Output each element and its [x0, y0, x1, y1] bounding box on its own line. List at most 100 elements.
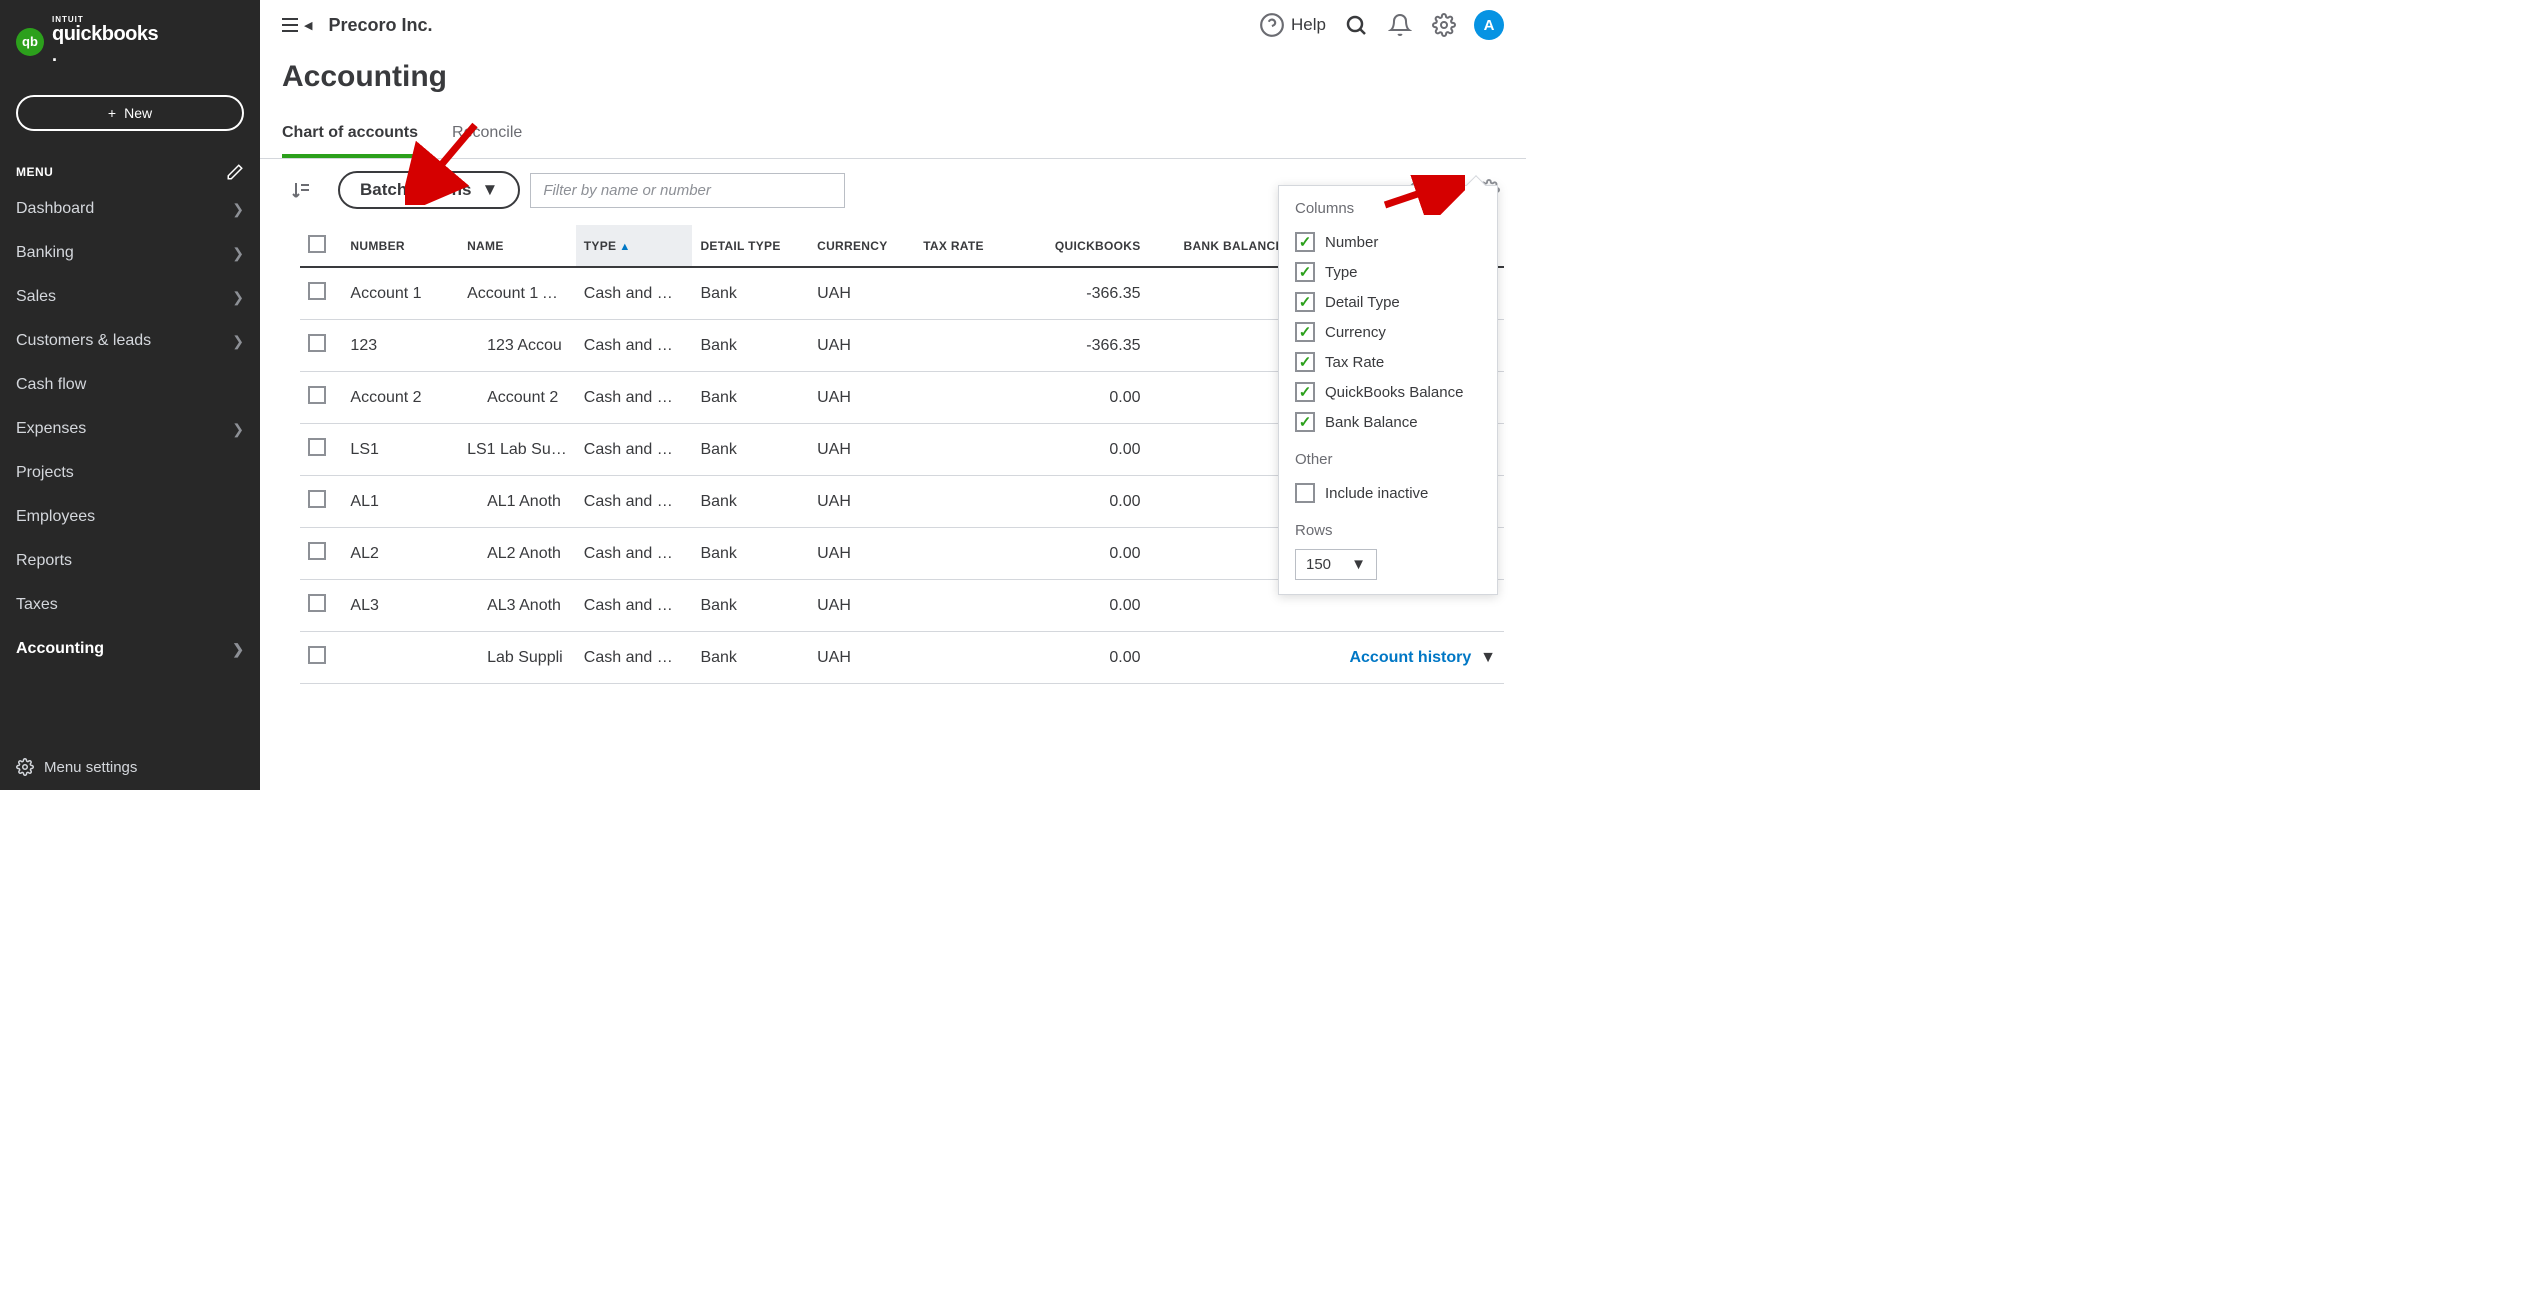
- sidebar-item-reports[interactable]: Reports: [0, 539, 260, 583]
- action-cell[interactable]: Account history ▼: [1292, 632, 1504, 684]
- select-all-checkbox[interactable]: [308, 235, 326, 253]
- sidebar-item-taxes[interactable]: Taxes: [0, 583, 260, 627]
- menu-settings[interactable]: Menu settings: [0, 744, 260, 790]
- row-checkbox[interactable]: [308, 542, 326, 560]
- cell-type: Cash and …: [576, 632, 693, 684]
- edit-menu-icon[interactable]: [226, 163, 244, 181]
- column-option-number[interactable]: ✓Number: [1295, 227, 1481, 257]
- sidebar-item-customers-leads[interactable]: Customers & leads❯: [0, 319, 260, 363]
- hamburger-icon[interactable]: ◀: [282, 17, 312, 33]
- cell-qb-balance: 0.00: [1011, 528, 1149, 580]
- column-header[interactable]: QUICKBOOKS: [1011, 225, 1149, 267]
- brand-name: quickbooks: [52, 24, 158, 44]
- tab-reconcile[interactable]: Reconcile: [452, 114, 522, 158]
- cell-name: Account 2: [459, 372, 576, 424]
- batch-label: Batch actions: [360, 180, 471, 200]
- gear-icon[interactable]: [1430, 11, 1458, 39]
- column-header[interactable]: CURRENCY: [809, 225, 915, 267]
- cell-bank-balance: [1149, 632, 1292, 684]
- avatar[interactable]: A: [1474, 10, 1504, 40]
- column-option-bank-balance[interactable]: ✓Bank Balance: [1295, 407, 1481, 437]
- cell-detail: Bank: [692, 424, 809, 476]
- column-option-detail-type[interactable]: ✓Detail Type: [1295, 287, 1481, 317]
- rows-value: 150: [1306, 556, 1331, 573]
- tab-chart-of-accounts[interactable]: Chart of accounts: [282, 114, 418, 158]
- rows-select[interactable]: 150 ▼: [1295, 549, 1377, 580]
- columns-title: Columns: [1295, 200, 1481, 217]
- filter-input[interactable]: [530, 173, 845, 208]
- cell-bank-balance: [1149, 320, 1292, 372]
- sidebar-item-projects[interactable]: Projects: [0, 451, 260, 495]
- nav: Dashboard❯Banking❯Sales❯Customers & lead…: [0, 187, 260, 744]
- cell-tax: [915, 632, 1010, 684]
- column-header[interactable]: DETAIL TYPE: [692, 225, 809, 267]
- logo: qb INTUIT quickbooks .: [0, 12, 260, 81]
- column-option-tax-rate[interactable]: ✓Tax Rate: [1295, 347, 1481, 377]
- column-header[interactable]: BANK BALANCE: [1149, 225, 1292, 267]
- rows-title: Rows: [1295, 522, 1481, 539]
- nav-label: Expenses: [16, 420, 86, 438]
- search-icon[interactable]: [1342, 11, 1370, 39]
- cell-name: 123 Accou: [459, 320, 576, 372]
- cell-tax: [915, 528, 1010, 580]
- company-name: Precoro Inc.: [328, 15, 432, 36]
- cell-bank-balance: [1149, 476, 1292, 528]
- cell-currency: UAH: [809, 580, 915, 632]
- checkbox-icon: ✓: [1295, 352, 1315, 372]
- collapse-icon[interactable]: [292, 179, 310, 201]
- column-option-quickbooks-balance[interactable]: ✓ QuickBooks Balance: [1295, 377, 1481, 407]
- cell-type: Cash and …: [576, 267, 693, 320]
- column-header[interactable]: TAX RATE: [915, 225, 1010, 267]
- cell-currency: UAH: [809, 632, 915, 684]
- sidebar-item-expenses[interactable]: Expenses ❯: [0, 407, 260, 451]
- page-title: Accounting: [260, 50, 1526, 114]
- row-checkbox[interactable]: [308, 386, 326, 404]
- columns-popup: Columns ✓Number✓Type✓Detail Type✓Currenc…: [1278, 185, 1498, 595]
- include-inactive-option[interactable]: Include inactive: [1295, 478, 1481, 508]
- chevron-right-icon: ❯: [232, 421, 244, 438]
- cell-currency: UAH: [809, 528, 915, 580]
- sidebar-item-banking[interactable]: Banking❯: [0, 231, 260, 275]
- row-checkbox[interactable]: [308, 438, 326, 456]
- help-button[interactable]: Help: [1259, 12, 1326, 38]
- other-title: Other: [1295, 451, 1481, 468]
- new-button[interactable]: + New: [16, 95, 244, 131]
- cell-type: Cash and …: [576, 424, 693, 476]
- sidebar-item-employees[interactable]: Employees: [0, 495, 260, 539]
- nav-label: Dashboard: [16, 200, 94, 218]
- cell-detail: Bank: [692, 372, 809, 424]
- sidebar-item-sales[interactable]: Sales❯: [0, 275, 260, 319]
- checkbox-icon: ✓: [1295, 382, 1315, 402]
- option-label: QuickBooks Balance: [1325, 384, 1463, 401]
- help-label: Help: [1291, 15, 1326, 35]
- cell-tax: [915, 476, 1010, 528]
- column-header[interactable]: NAME: [459, 225, 576, 267]
- nav-label: Reports: [16, 552, 72, 570]
- cell-number: Account 1: [342, 267, 459, 320]
- sidebar-item-cash-flow[interactable]: Cash flow: [0, 363, 260, 407]
- cell-qb-balance: 0.00: [1011, 476, 1149, 528]
- column-header[interactable]: TYPE▲: [576, 225, 693, 267]
- column-option-currency[interactable]: ✓Currency: [1295, 317, 1481, 347]
- column-header[interactable]: NUMBER: [342, 225, 459, 267]
- checkbox-icon: ✓: [1295, 322, 1315, 342]
- new-button-label: New: [124, 105, 152, 121]
- row-checkbox[interactable]: [308, 594, 326, 612]
- cell-name: LS1 Lab Supp: [459, 424, 576, 476]
- option-label: Detail Type: [1325, 294, 1400, 311]
- row-checkbox[interactable]: [308, 646, 326, 664]
- nav-label: Employees: [16, 508, 95, 526]
- sidebar-item-dashboard[interactable]: Dashboard❯: [0, 187, 260, 231]
- row-checkbox[interactable]: [308, 490, 326, 508]
- row-checkbox[interactable]: [308, 334, 326, 352]
- row-checkbox[interactable]: [308, 282, 326, 300]
- sidebar-item-accounting[interactable]: Accounting❯: [0, 627, 260, 671]
- column-option-type[interactable]: ✓Type: [1295, 257, 1481, 287]
- batch-actions-button[interactable]: Batch actions ▼: [338, 171, 520, 209]
- cell-type: Cash and …: [576, 580, 693, 632]
- cell-number: AL3: [342, 580, 459, 632]
- logo-icon: qb: [16, 28, 44, 56]
- bell-icon[interactable]: [1386, 11, 1414, 39]
- cell-detail: Bank: [692, 528, 809, 580]
- checkbox-icon: [1295, 483, 1315, 503]
